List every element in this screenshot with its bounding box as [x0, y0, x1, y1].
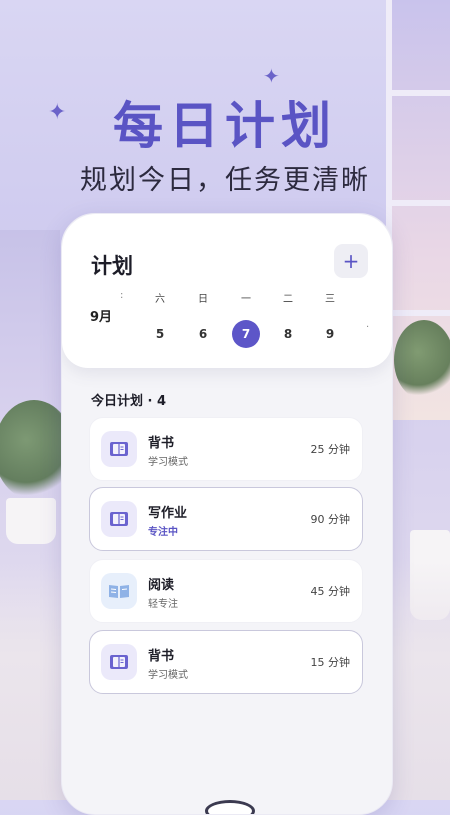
day-of-week: 六: [155, 294, 165, 305]
task-duration: 90 分钟: [310, 513, 351, 526]
task-card[interactable]: 阅读 轻专注 45 分钟: [89, 559, 363, 623]
book-icon: [101, 644, 137, 680]
calendar-month: 9月: [90, 310, 113, 325]
task-duration: 45 分钟: [310, 585, 351, 598]
background-pot-left: [6, 498, 56, 544]
calendar-scroll-edge: :: [120, 290, 124, 301]
hero-title: 每日计划: [113, 97, 337, 155]
plan-header-card: 计划 + : 9月 六 5 日 6 一 7 二 8 三 9 ·: [62, 214, 392, 368]
day-number: 8: [283, 327, 293, 341]
task-name: 背书: [148, 436, 175, 451]
day-of-week: 日: [198, 294, 208, 305]
task-name: 阅读: [148, 578, 175, 593]
task-mode: 轻专注: [148, 599, 178, 610]
day-of-week: 二: [283, 294, 293, 305]
add-plan-button[interactable]: +: [334, 244, 368, 278]
calendar-day[interactable]: 三 9: [315, 290, 345, 348]
book-icon: [101, 431, 137, 467]
day-number: 9: [325, 327, 335, 341]
phone-mockup: 计划 + : 9月 六 5 日 6 一 7 二 8 三 9 · 今日计划 · 4: [61, 213, 393, 815]
task-card[interactable]: 背书 学习模式 25 分钟: [89, 417, 363, 481]
calendar-day[interactable]: 六 5: [145, 290, 175, 348]
day-of-week: 一: [241, 294, 251, 305]
task-duration: 25 分钟: [310, 443, 351, 456]
day-number: 7: [232, 320, 260, 348]
book-icon: [101, 501, 137, 537]
task-name: 写作业: [148, 506, 188, 521]
open-book-icon: [101, 573, 137, 609]
task-card[interactable]: 背书 学习模式 15 分钟: [89, 630, 363, 694]
task-mode: 学习模式: [148, 457, 188, 468]
background-plant-right: [394, 320, 450, 400]
today-plan-heading: 今日计划 · 4: [91, 394, 167, 409]
calendar-day[interactable]: 二 8: [273, 290, 303, 348]
calendar-day[interactable]: 日 6: [188, 290, 218, 348]
task-duration: 15 分钟: [310, 656, 351, 669]
task-mode: 学习模式: [148, 670, 188, 681]
calendar-day-selected[interactable]: 一 7: [231, 290, 261, 348]
day-of-week: 三: [325, 294, 335, 305]
hero-subtitle: 规划今日，任务更清晰: [80, 165, 370, 196]
day-number: 6: [198, 327, 208, 341]
bottom-action-button[interactable]: [205, 800, 255, 814]
task-name: 背书: [148, 649, 175, 664]
task-mode: 专注中: [148, 527, 178, 538]
sparkle-icon: ✦: [263, 64, 280, 88]
calendar-scroll-edge: ·: [366, 322, 370, 333]
page-title: 计划: [91, 254, 133, 278]
day-number: 5: [155, 327, 165, 341]
task-card-active[interactable]: 写作业 专注中 90 分钟: [89, 487, 363, 551]
